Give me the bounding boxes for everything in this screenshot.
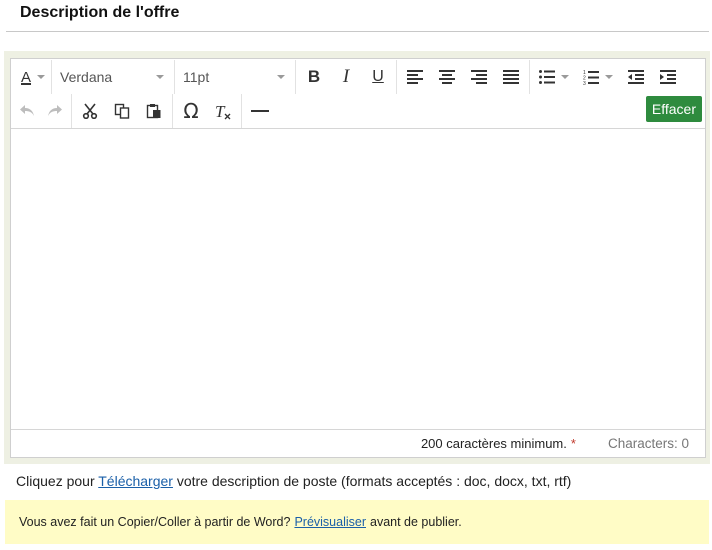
align-center-button[interactable] <box>431 62 463 92</box>
upload-suffix: votre description de poste (formats acce… <box>176 473 572 489</box>
clear-button[interactable]: Effacer <box>645 96 702 122</box>
indent-icon <box>660 70 677 84</box>
font-family-select[interactable]: Verdana <box>52 62 174 92</box>
align-left-button[interactable] <box>399 62 431 92</box>
undo-icon <box>20 105 34 116</box>
copy-button[interactable] <box>106 96 138 126</box>
section-title: Description de l'offre <box>20 4 180 21</box>
chevron-down-icon <box>156 75 165 79</box>
text-color-button[interactable]: A <box>11 62 51 92</box>
underline-button[interactable]: U <box>362 62 394 92</box>
align-right-button[interactable] <box>463 62 495 92</box>
italic-icon: I <box>342 66 350 87</box>
text-color-group: A <box>11 60 53 94</box>
italic-button[interactable]: I <box>330 62 362 92</box>
bullet-list-button[interactable] <box>532 62 576 92</box>
bold-icon: B <box>307 67 321 86</box>
font-size-select[interactable]: 11pt <box>175 62 295 92</box>
alignment-group <box>397 60 531 94</box>
required-marker: * <box>570 436 576 451</box>
editor-toolbar: A Verdana 11pt B I U 1 2 3 Ω T Effacer <box>11 59 705 129</box>
list-group: 123 <box>530 60 686 94</box>
svg-text:3: 3 <box>583 81 586 85</box>
outdent-icon <box>628 70 645 84</box>
align-center-icon <box>439 70 456 84</box>
numbered-list-button[interactable]: 123 <box>576 62 620 92</box>
align-right-icon <box>471 70 488 84</box>
copy-icon <box>114 103 130 119</box>
character-counter: Characters: 0 <box>607 436 689 451</box>
special-char-button[interactable]: Ω <box>175 96 207 126</box>
redo-icon <box>48 105 62 116</box>
editor-content-area[interactable] <box>11 129 705 429</box>
cut-button[interactable] <box>74 96 106 126</box>
history-group <box>11 94 72 128</box>
underline-icon: U <box>372 68 384 85</box>
font-size-value: 11pt <box>183 69 210 85</box>
bullet-list-icon <box>539 70 556 84</box>
editor-status-bar: 200 caractères minimum. * Characters: 0 <box>11 429 705 457</box>
horizontal-rule-button[interactable] <box>244 96 276 126</box>
chevron-down-icon <box>561 75 570 79</box>
text-style-group: B I U <box>296 60 398 94</box>
align-justify-button[interactable] <box>495 62 527 92</box>
chevron-down-icon <box>605 75 614 79</box>
font-family-group: Verdana <box>52 60 176 94</box>
upload-link[interactable]: Télécharger <box>98 473 173 489</box>
bold-button[interactable]: B <box>298 62 330 92</box>
upload-instructions: Cliquez pour Télécharger votre descripti… <box>16 473 571 489</box>
cut-icon <box>82 103 98 119</box>
insert-group: Ω T <box>173 94 242 128</box>
redo-button[interactable] <box>41 96 69 126</box>
outdent-button[interactable] <box>620 62 652 92</box>
notice-suffix: avant de publier. <box>370 515 462 529</box>
chevron-down-icon <box>277 75 286 79</box>
svg-text:T: T <box>215 103 226 120</box>
clipboard-group <box>72 94 173 128</box>
preview-link[interactable]: Prévisualiser <box>294 515 366 529</box>
min-chars-hint: 200 caractères minimum. <box>420 436 567 451</box>
undo-button[interactable] <box>13 96 41 126</box>
upload-prefix: Cliquez pour <box>16 473 95 489</box>
clear-format-icon: T <box>215 103 231 120</box>
title-divider <box>6 31 709 32</box>
word-paste-notice: Vous avez fait un Copier/Coller à partir… <box>5 500 709 544</box>
text-color-icon: A <box>21 68 32 86</box>
indent-button[interactable] <box>652 62 684 92</box>
font-family-value: Verdana <box>60 69 113 85</box>
horizontal-rule-icon <box>251 110 269 112</box>
toolbar-row-1: A Verdana 11pt B I U 1 2 3 <box>11 60 686 94</box>
toolbar-row-2: Ω T <box>11 94 278 128</box>
align-justify-icon <box>503 70 520 84</box>
numbered-list-icon: 123 <box>583 70 600 85</box>
align-left-icon <box>407 70 424 84</box>
font-size-group: 11pt <box>175 60 297 94</box>
special-char-icon: Ω <box>183 99 199 123</box>
hr-group <box>242 94 278 128</box>
clear-format-button[interactable]: T <box>207 96 239 126</box>
paste-icon <box>146 104 161 119</box>
rich-text-editor: A Verdana 11pt B I U 1 2 3 Ω T Effacer 2… <box>10 58 706 458</box>
chevron-down-icon <box>37 75 46 79</box>
notice-prefix: Vous avez fait un Copier/Coller à partir… <box>19 515 291 529</box>
paste-button[interactable] <box>138 96 170 126</box>
